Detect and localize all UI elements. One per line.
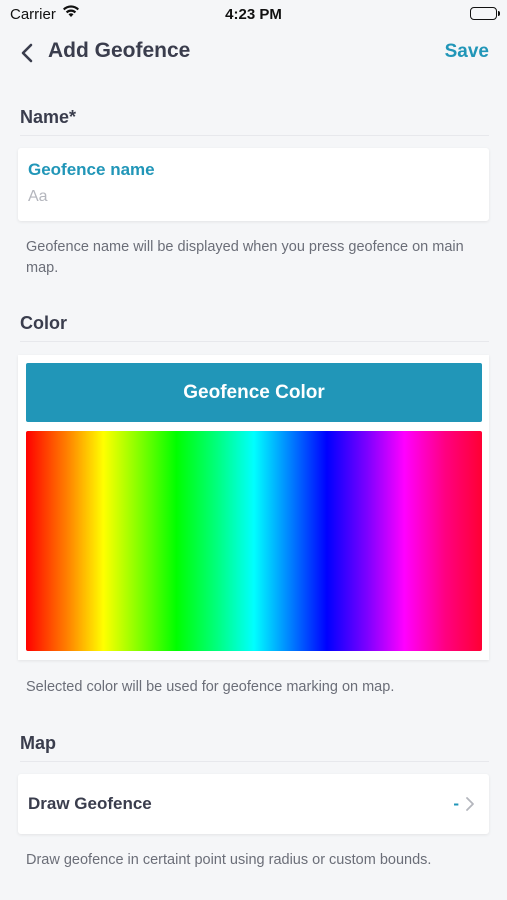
chevron-right-icon (466, 797, 474, 811)
back-button[interactable] (18, 42, 38, 64)
save-button[interactable]: Save (445, 41, 489, 63)
draw-geofence-value: - (453, 794, 459, 813)
color-spectrum-picker[interactable] (26, 431, 482, 651)
battery-icon (470, 7, 500, 20)
geofence-name-card[interactable]: Geofence name (18, 148, 489, 221)
page-title: Add Geofence (48, 39, 191, 62)
navigation-bar: Add Geofence Save (0, 30, 507, 76)
draw-geofence-label: Draw Geofence (28, 794, 152, 813)
geofence-name-input[interactable] (28, 188, 468, 206)
geofence-name-label: Geofence name (28, 160, 155, 179)
status-bar: Carrier 4:23 PM (0, 0, 507, 30)
map-helper-text: Draw geofence in certaint point using ra… (26, 852, 432, 868)
geofence-color-button[interactable]: Geofence Color (26, 363, 482, 422)
name-helper-text: Geofence name will be displayed when you… (26, 239, 464, 276)
draw-geofence-row[interactable]: Draw Geofence - (18, 774, 489, 834)
clock: 4:23 PM (225, 6, 282, 23)
name-section-header: Name* (20, 107, 489, 136)
chevron-left-icon (21, 43, 33, 63)
color-section-header: Color (20, 313, 489, 342)
color-picker-card: Geofence Color (18, 355, 489, 660)
color-helper-text: Selected color will be used for geofence… (26, 679, 395, 695)
map-section-header: Map (20, 733, 489, 762)
